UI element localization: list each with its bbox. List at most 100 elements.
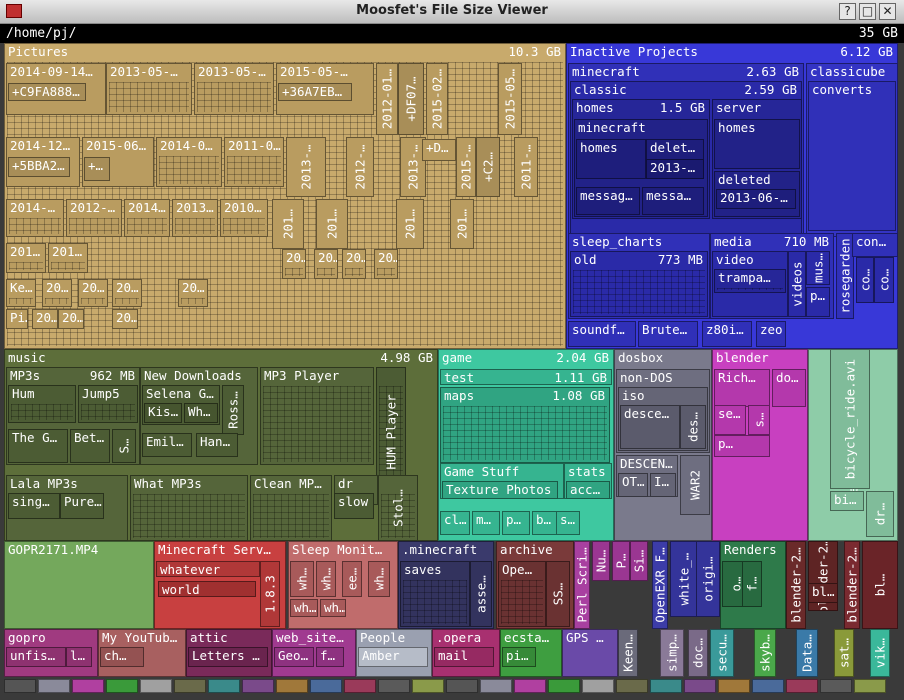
help-button[interactable]: ? <box>839 3 856 20</box>
treemap-block-ope[interactable]: Ope… <box>498 561 546 627</box>
treemap-block-p36[interactable]: 20… <box>112 279 142 307</box>
treemap-block-des[interactable]: des… <box>680 405 706 449</box>
treemap-block-p7[interactable]: 2015-05… <box>498 63 522 135</box>
treemap-block-bl2c[interactable]: bl… <box>808 583 838 603</box>
small-file-block[interactable] <box>752 679 784 693</box>
treemap-block-gm[interactable]: m… <box>472 511 500 535</box>
treemap-block-do[interactable]: do… <box>772 369 806 407</box>
treemap-block-shomes[interactable]: homes <box>714 119 800 169</box>
treemap-block-p16[interactable]: 2015-… <box>456 137 476 197</box>
treemap-block-theg[interactable]: The G… <box>8 429 68 463</box>
treemap-block-war2[interactable]: WAR2 <box>680 455 710 515</box>
small-file-block[interactable] <box>140 679 172 693</box>
treemap-block-brute[interactable]: Brute… <box>638 321 698 347</box>
treemap-block-wf[interactable]: f… <box>316 647 344 667</box>
small-file-block[interactable] <box>650 679 682 693</box>
treemap-block-slow[interactable]: slow <box>334 493 374 519</box>
treemap-block-p27[interactable]: 201… <box>6 243 46 273</box>
small-file-block[interactable] <box>310 679 342 693</box>
treemap-block-data[interactable]: Data… <box>796 629 818 677</box>
treemap-block-pure[interactable]: Pure… <box>60 493 104 519</box>
treemap-block-drk[interactable]: dr… <box>866 491 894 537</box>
treemap-block-p40[interactable]: 20… <box>58 309 84 329</box>
treemap-block-perl[interactable]: Perl Scri… <box>574 541 590 629</box>
small-file-block[interactable] <box>242 679 274 693</box>
small-file-block[interactable] <box>582 679 614 693</box>
treemap-block-p2[interactable]: 2013-05-… <box>106 63 192 115</box>
treemap-block-p4b[interactable]: +36A7EB… <box>278 83 352 101</box>
treemap-block-whatever[interactable]: whatever <box>156 561 260 577</box>
treemap-block-p28[interactable]: 201… <box>48 243 88 273</box>
treemap-block-wh5[interactable]: wh… <box>320 599 346 617</box>
treemap-block-origi[interactable]: origi… <box>696 541 720 617</box>
treemap-block-han[interactable]: Han… <box>196 433 238 457</box>
treemap-block-p5[interactable]: 2012-01… <box>376 63 398 135</box>
treemap-block-p24[interactable]: 201… <box>316 199 348 249</box>
treemap-block-zeo[interactable]: zeo <box>756 321 786 347</box>
treemap-block-messag2[interactable]: messa… <box>642 187 704 215</box>
treemap-block-gb[interactable]: b… <box>532 511 558 535</box>
treemap-block-kis[interactable]: Kis… <box>144 403 182 423</box>
small-file-block[interactable] <box>548 679 580 693</box>
treemap-block-p6[interactable]: 2015-02… <box>426 63 448 135</box>
treemap-block-p34[interactable]: 20… <box>42 279 72 307</box>
small-file-block[interactable] <box>854 679 886 693</box>
treemap-block-p12[interactable]: 2013-… <box>286 137 326 197</box>
treemap-block-p19[interactable]: 2012-… <box>66 199 122 237</box>
close-button[interactable]: ✕ <box>879 3 896 20</box>
treemap-block-stol[interactable]: Stol… <box>378 475 418 541</box>
small-file-block[interactable] <box>718 679 750 693</box>
treemap-block-mail[interactable]: mail <box>434 647 494 667</box>
treemap-block-jump5[interactable]: Jump5 <box>78 385 138 423</box>
treemap-block-ot[interactable]: OT… <box>618 473 648 497</box>
treemap-block-p9b[interactable]: +… <box>84 157 110 181</box>
treemap-block-maps[interactable]: maps 1.08 GB <box>440 387 610 463</box>
treemap-block-mcdel2[interactable]: 2013-… <box>646 159 704 179</box>
small-file-block[interactable] <box>446 679 478 693</box>
treemap-block-skyb[interactable]: skyb… <box>754 629 776 677</box>
treemap-block-emil[interactable]: Emil… <box>142 433 192 457</box>
treemap-block-texture[interactable]: Texture Photos <box>442 481 558 499</box>
small-file-block[interactable] <box>208 679 240 693</box>
treemap-block-pi[interactable]: pi… <box>502 647 536 667</box>
treemap-block-p5b[interactable]: +DF07… <box>398 63 424 135</box>
treemap-block-p25[interactable]: 201… <box>396 199 424 249</box>
treemap-block-gp[interactable]: p… <box>502 511 530 535</box>
treemap-block-bicycle[interactable]: bicycle_ride.avi <box>830 349 870 489</box>
treemap-block-gs[interactable]: s… <box>556 511 580 535</box>
treemap-block-ch[interactable]: ch… <box>100 647 144 667</box>
small-file-block[interactable] <box>684 679 716 693</box>
treemap-block-gps[interactable]: GPS … <box>562 629 618 677</box>
small-file-block[interactable] <box>72 679 104 693</box>
treemap-block-whatmp3[interactable]: What MP3s <box>130 475 248 541</box>
treemap-block-p33[interactable]: Ke… <box>6 279 36 307</box>
treemap-block-bet[interactable]: Bet… <box>70 429 110 463</box>
treemap-block-z80[interactable]: z80i… <box>702 321 752 347</box>
treemap-block-soundf[interactable]: soundf… <box>568 321 636 347</box>
treemap-block-p22[interactable]: 2010… <box>220 199 268 237</box>
treemap-block-trampa[interactable]: trampa… <box>714 269 786 293</box>
treemap-block-pmed[interactable]: p… <box>806 287 830 317</box>
treemap-block-rf[interactable]: f… <box>742 561 762 607</box>
treemap-block-p41[interactable]: 20… <box>112 309 138 329</box>
treemap-block-se[interactable]: se… <box>714 405 746 435</box>
treemap-block-bl2a[interactable]: blender-2… <box>786 541 806 629</box>
treemap-block-ss[interactable]: SS… <box>546 561 570 627</box>
treemap-block-sdel2[interactable]: 2013-06-… <box>716 189 796 209</box>
treemap-block-con[interactable]: con… <box>852 233 898 257</box>
treemap-block-bl2e[interactable]: bl… <box>862 541 898 629</box>
small-file-block[interactable] <box>786 679 818 693</box>
treemap-block-keen[interactable]: Keen… <box>618 629 638 677</box>
treemap-block-letters[interactable]: Letters … <box>188 647 268 667</box>
treemap-block-messag1[interactable]: messag… <box>576 187 640 215</box>
treemap-block-doc[interactable]: doc… <box>688 629 708 677</box>
treemap-block-p39[interactable]: 20… <box>32 309 58 329</box>
treemap-block-ross[interactable]: Ross… <box>222 385 244 435</box>
treemap-block-bp[interactable]: p… <box>714 435 770 457</box>
treemap-block-wh4[interactable]: wh… <box>290 599 318 617</box>
treemap-block-amber[interactable]: Amber <box>358 647 428 667</box>
treemap-block-p1b[interactable]: +C9FA888… <box>8 83 86 101</box>
treemap-block-p3[interactable]: 2013-05-… <box>194 63 274 115</box>
treemap-block-p21[interactable]: 2013… <box>172 199 218 237</box>
treemap-block-p11[interactable]: 2011-0… <box>224 137 284 187</box>
